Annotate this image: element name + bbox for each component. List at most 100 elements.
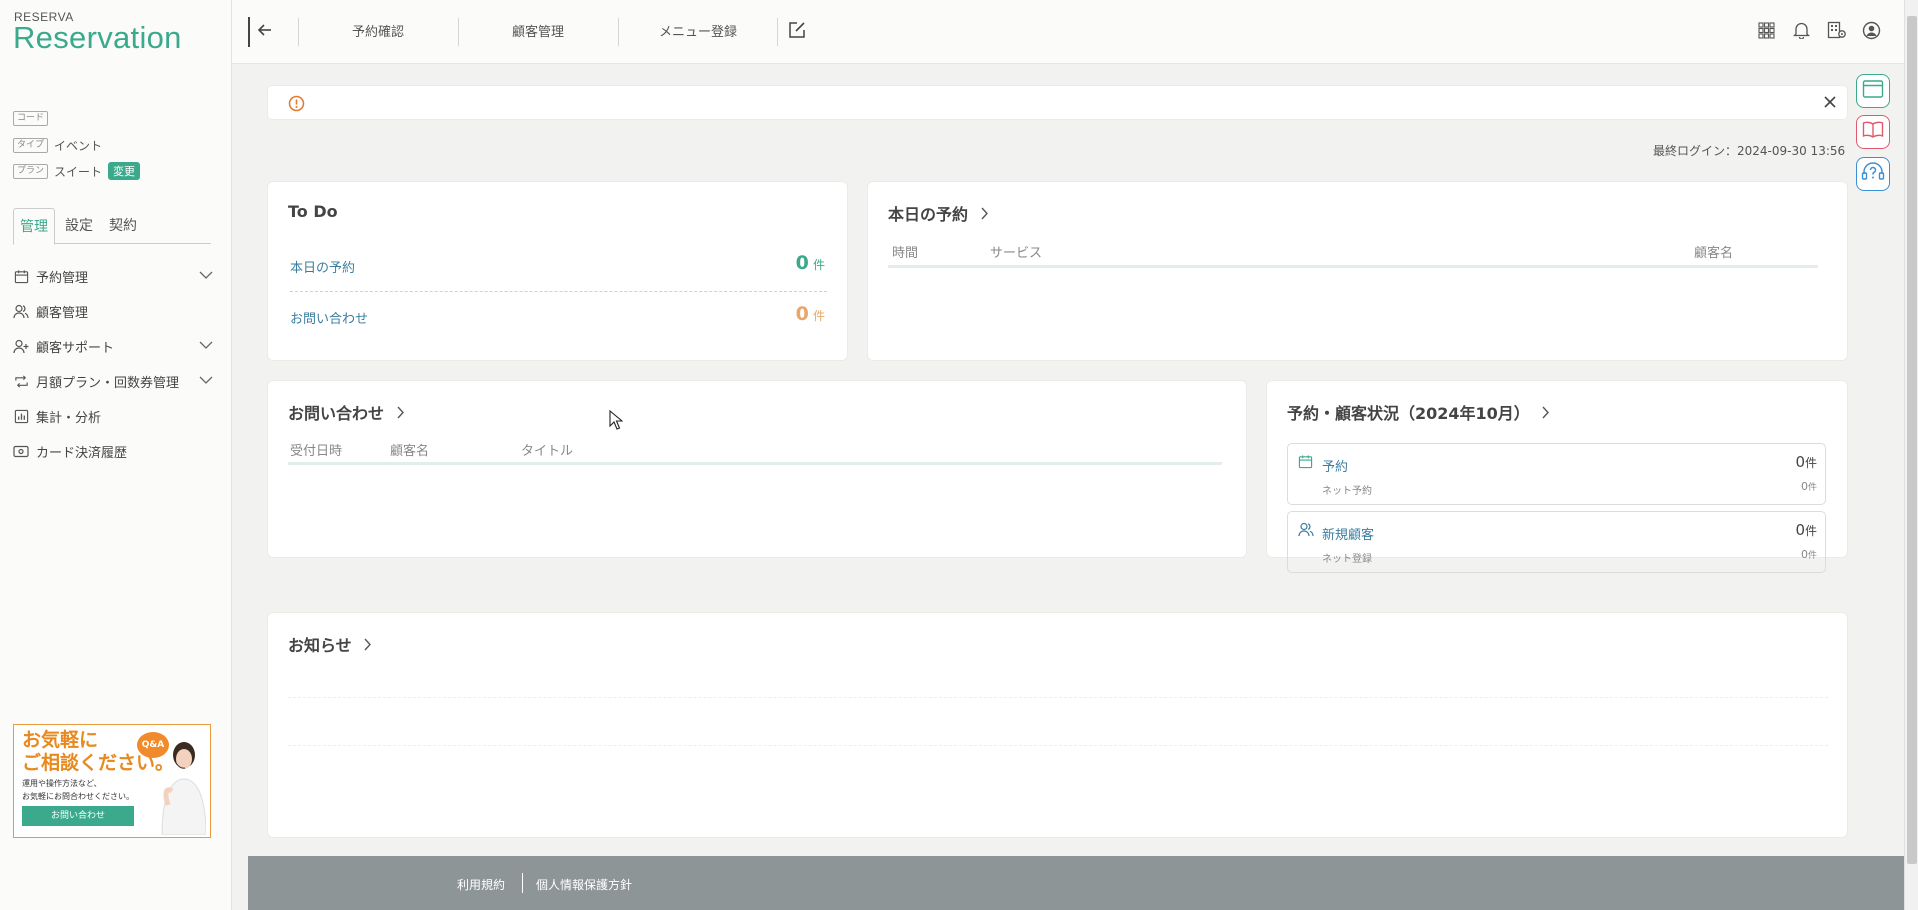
- status-item-count: 0件: [1795, 453, 1817, 471]
- logo-title[interactable]: Reservation: [13, 20, 182, 56]
- column-header-time: 時間: [892, 246, 919, 261]
- plan-value: スイート: [54, 164, 103, 179]
- chevron-down-icon[interactable]: [199, 339, 213, 354]
- type-tag: タイプ: [13, 138, 49, 153]
- users-icon: [13, 303, 29, 319]
- count-value: 0: [1795, 453, 1805, 471]
- scrollbar-thumb[interactable]: [1907, 16, 1917, 864]
- headset-question-icon: [1861, 161, 1885, 187]
- user-circle-icon: [1862, 21, 1881, 44]
- nav-menu-registration[interactable]: メニュー登録: [659, 21, 737, 40]
- sidebar-item-label: 集計・分析: [36, 410, 102, 426]
- window-icon: [1862, 79, 1884, 103]
- status-item-count: 0件: [1795, 521, 1817, 539]
- banner-sub-line2: お気軽にお問合わせください。: [22, 792, 134, 801]
- meta-code-row: コード: [13, 111, 49, 126]
- top-header: 予約確認 顧客管理 メニュー登録: [232, 0, 1904, 64]
- card-icon: [13, 443, 29, 459]
- sidebar-item-reservations[interactable]: 予約管理: [13, 263, 213, 289]
- account-button[interactable]: [1862, 16, 1881, 48]
- calendar-icon: [1298, 454, 1313, 473]
- sidebar-item-subscriptions[interactable]: 月額プラン・回数券管理: [13, 368, 213, 394]
- sidebar-item-label: 顧客サポート: [36, 340, 115, 356]
- sidebar-tabs: 管理 設定 契約: [13, 208, 211, 245]
- banner-subtitle: 運用や操作方法など、 お気軽にお問合わせください。: [22, 777, 134, 803]
- header-divider: [458, 18, 459, 46]
- banner-contact-button[interactable]: お問い合わせ: [22, 806, 134, 826]
- column-header-service: サービス: [990, 246, 1043, 261]
- user-plus-icon: [13, 338, 29, 354]
- apps-grid-button[interactable]: [1758, 16, 1775, 48]
- inquiries-card: お問い合わせ 受付日時 顧客名 タイトル: [267, 380, 1247, 558]
- chevron-down-icon[interactable]: [199, 374, 213, 389]
- footer-privacy-link[interactable]: 個人情報保護方針: [536, 876, 632, 893]
- todo-today-reservations[interactable]: 本日の予約: [290, 257, 355, 276]
- status-item-reservations[interactable]: 予約 0件 ネット予約 0件: [1287, 443, 1826, 505]
- sidebar-item-customers[interactable]: 顧客管理: [13, 298, 213, 324]
- header-divider: [248, 17, 250, 47]
- sidebar-item-card-payments[interactable]: カード決済履歴: [13, 438, 213, 464]
- footer-terms-link[interactable]: 利用規約: [457, 876, 505, 893]
- collapse-sidebar-button[interactable]: [256, 16, 274, 48]
- book-icon: [1862, 121, 1884, 143]
- users-icon: [1298, 522, 1314, 541]
- code-tag: コード: [13, 111, 49, 126]
- help-support-button[interactable]: [1856, 157, 1890, 191]
- sidebar-item-label: 月額プラン・回数券管理: [36, 375, 180, 391]
- news-title: お知らせ: [288, 636, 352, 655]
- chevron-down-icon[interactable]: [199, 269, 213, 284]
- column-header-customer: 顧客名: [1694, 246, 1734, 261]
- store-settings-button[interactable]: [1827, 16, 1847, 48]
- meta-plan-row: プラン スイート 変更: [13, 162, 141, 180]
- count-value: 0: [1795, 521, 1805, 539]
- plan-change-button[interactable]: 変更: [108, 162, 141, 180]
- count-value: 0: [1800, 480, 1808, 493]
- news-title-link[interactable]: お知らせ: [288, 632, 372, 656]
- last-login: 最終ログイン：2024-09-30 13:56: [1653, 144, 1846, 158]
- count-unit: 件: [1804, 456, 1817, 470]
- plan-tag: プラン: [13, 163, 49, 179]
- bell-icon: [1792, 21, 1811, 43]
- status-title-link[interactable]: 予約・顧客状況（2024年10月）: [1287, 400, 1550, 424]
- today-reservations-card: 本日の予約 時間 サービス 顧客名: [867, 181, 1848, 361]
- type-value: イベント: [54, 139, 103, 153]
- nav-reservation-check[interactable]: 予約確認: [352, 21, 404, 40]
- todo-inquiries[interactable]: お問い合わせ: [290, 308, 368, 327]
- sidebar-item-support[interactable]: 顧客サポート: [13, 333, 213, 359]
- chevron-right-icon: [980, 205, 989, 224]
- count-unit: 件: [812, 258, 825, 272]
- todo-title: To Do: [288, 202, 338, 221]
- inquiries-title-link[interactable]: お問い合わせ: [288, 400, 405, 424]
- news-divider: [288, 697, 1828, 698]
- support-banner[interactable]: お気軽に ご相談ください。 Q&A 運用や操作方法など、 お気軽にお問合わせくだ…: [13, 724, 211, 838]
- warning-icon: [288, 95, 305, 116]
- status-card: 予約・顧客状況（2024年10月） 予約 0件 ネット予約 0件 新規顧客 0件: [1266, 380, 1848, 573]
- status-item-new-customers[interactable]: 新規顧客 0件 ネット登録 0件: [1287, 511, 1826, 573]
- sidebar-item-label: カード決済履歴: [36, 445, 128, 461]
- count-value: 0: [1800, 548, 1808, 561]
- todo-divider: [290, 291, 827, 292]
- nav-customer-management[interactable]: 顧客管理: [512, 21, 564, 40]
- today-title-link[interactable]: 本日の予約: [888, 201, 989, 225]
- table-header-rule: [288, 462, 1222, 465]
- tab-manage[interactable]: 管理: [13, 208, 55, 245]
- manual-screen-button[interactable]: [1856, 74, 1890, 108]
- notifications-button[interactable]: [1792, 16, 1811, 48]
- chevron-right-icon: [363, 636, 372, 655]
- count-value: 0: [795, 252, 809, 274]
- todo-card: To Do 本日の予約 0 件 お問い合わせ 0 件: [267, 181, 848, 361]
- tab-settings[interactable]: 設定: [59, 208, 99, 244]
- column-header-title: タイトル: [521, 444, 574, 459]
- operator-person-image: [161, 742, 206, 835]
- header-divider: [777, 18, 778, 46]
- guide-book-button[interactable]: [1856, 115, 1890, 149]
- tab-contract[interactable]: 契約: [103, 208, 143, 244]
- sidebar-item-analytics[interactable]: 集計・分析: [13, 403, 213, 429]
- grid-icon: [1758, 21, 1775, 43]
- page-scrollbar[interactable]: [1904, 0, 1918, 910]
- edit-button[interactable]: [788, 16, 806, 48]
- arrow-left-icon: [256, 21, 274, 43]
- alert-bar: [267, 85, 1848, 120]
- sidebar-item-label: 顧客管理: [36, 305, 89, 321]
- close-icon[interactable]: [1823, 95, 1837, 113]
